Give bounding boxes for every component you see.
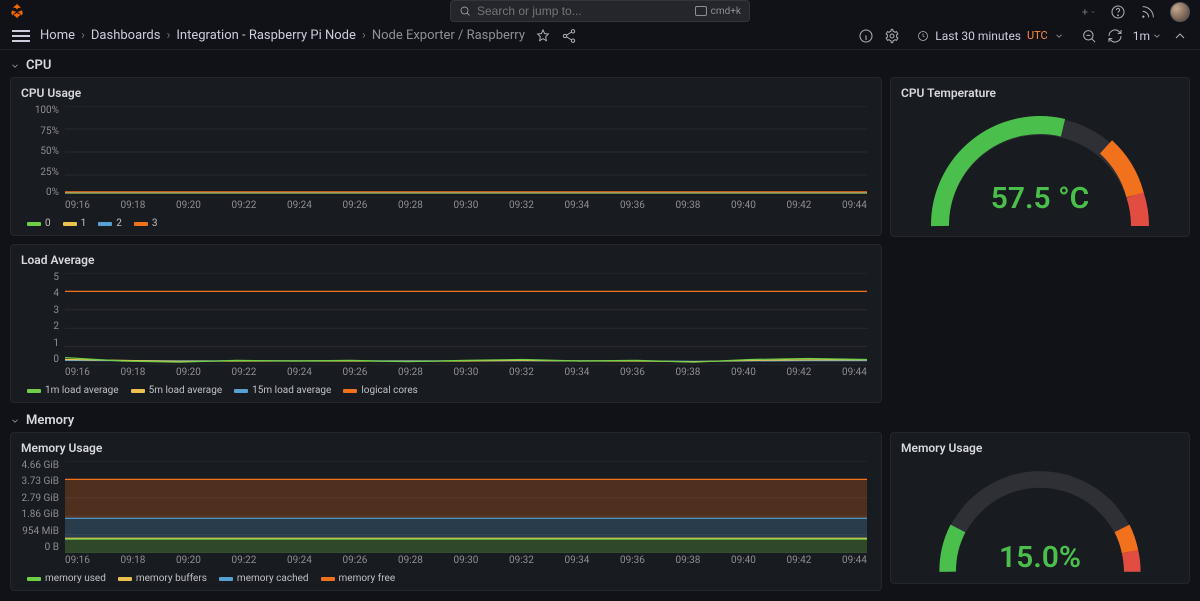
- gauge: 15.0%: [901, 461, 1179, 581]
- search-input[interactable]: [477, 4, 689, 18]
- section-memory-header[interactable]: Memory: [10, 409, 1190, 432]
- x-axis: 09:1609:1809:2009:2209:2409:2609:2809:30…: [65, 367, 867, 381]
- legend-item[interactable]: 0: [27, 218, 51, 229]
- legend: 0 1 2 3: [21, 218, 871, 229]
- refresh-button[interactable]: [1107, 28, 1123, 44]
- legend: memory used memory buffers memory cached…: [21, 573, 871, 584]
- dock-menu-button[interactable]: [12, 27, 30, 45]
- panel-title: Load Average: [21, 253, 871, 267]
- panel-cpu-usage[interactable]: CPU Usage 100% 75% 50% 25% 0%: [10, 77, 882, 236]
- panel-load-average[interactable]: Load Average 5 4 3 2 1 0: [10, 244, 882, 403]
- legend-item[interactable]: 1: [63, 218, 87, 229]
- favorite-button[interactable]: [535, 28, 551, 44]
- legend-item[interactable]: memory cached: [219, 573, 309, 584]
- top-bar: cmd+k: [0, 0, 1200, 22]
- share-icon: [561, 28, 577, 44]
- add-menu[interactable]: [1080, 4, 1096, 20]
- legend-item[interactable]: memory used: [27, 573, 106, 584]
- chevron-up-icon: [1172, 28, 1188, 44]
- help-icon: [1110, 4, 1126, 20]
- panel-title: Memory Usage: [901, 441, 1179, 455]
- refresh-interval-picker[interactable]: 1m: [1133, 29, 1162, 43]
- breadcrumb-folder[interactable]: Integration - Raspberry Pi Node: [176, 28, 356, 43]
- legend-item[interactable]: 2: [98, 218, 122, 229]
- gear-icon: [884, 28, 900, 44]
- search-box[interactable]: cmd+k: [450, 0, 750, 22]
- section-cpu-label: CPU: [26, 58, 51, 73]
- gauge-value: 15.0%: [901, 540, 1179, 575]
- chevron-down-icon: [10, 61, 20, 71]
- share-button[interactable]: [561, 28, 577, 44]
- clock-icon: [917, 30, 929, 42]
- time-range-label: Last 30 minutes: [935, 29, 1021, 43]
- chart-plot: [65, 273, 867, 365]
- panel-title: CPU Usage: [21, 86, 871, 100]
- toolbar: Home › Dashboards › Integration - Raspbe…: [0, 22, 1200, 50]
- star-icon: [535, 28, 551, 44]
- refresh-icon: [1107, 28, 1123, 44]
- chevron-down-icon: [1152, 31, 1162, 41]
- top-right-icons: [1080, 2, 1190, 22]
- dashboard-body: CPU CPU Usage 100% 75% 50% 25% 0%: [0, 50, 1200, 601]
- y-axis: 100% 75% 50% 25% 0%: [21, 106, 65, 198]
- y-axis: 5 4 3 2 1 0: [21, 273, 65, 365]
- search-shortcut: cmd+k: [695, 6, 741, 17]
- chevron-down-icon: [10, 416, 20, 426]
- section-memory-label: Memory: [26, 413, 74, 428]
- y-axis: 4.66 GiB 3.73 GiB 2.79 GiB 1.86 GiB 954 …: [21, 461, 65, 553]
- gauge-value: 57.5 °C: [901, 181, 1179, 216]
- legend-item[interactable]: logical cores: [343, 385, 417, 396]
- breadcrumbs: Home › Dashboards › Integration - Raspbe…: [40, 28, 525, 43]
- x-axis: 09:1609:1809:2009:2209:2409:2609:2809:30…: [65, 200, 867, 214]
- panel-title: Memory Usage: [21, 441, 871, 455]
- breadcrumb-dashboards[interactable]: Dashboards: [91, 28, 161, 43]
- toolbar-right: Last 30 minutes UTC 1m: [858, 26, 1188, 46]
- panel-memory-usage[interactable]: Memory Usage 4.66 GiB 3.73 GiB 2.79 GiB …: [10, 432, 882, 591]
- section-cpu-header[interactable]: CPU: [10, 54, 1190, 77]
- help-button[interactable]: [1110, 4, 1126, 20]
- panel-memory-usage-gauge[interactable]: Memory Usage 15.0%: [890, 432, 1190, 584]
- zoom-out-icon: [1081, 28, 1097, 44]
- user-avatar[interactable]: [1170, 2, 1190, 22]
- chart-plot: [65, 461, 867, 553]
- x-axis: 09:1609:1809:2009:2209:2409:2609:2809:30…: [65, 555, 867, 569]
- gauge: 57.5 °C: [901, 106, 1179, 236]
- news-button[interactable]: [1140, 4, 1156, 20]
- search-icon: [459, 5, 471, 17]
- info-icon: [858, 28, 874, 44]
- rss-icon: [1140, 4, 1156, 20]
- panel-cpu-temperature[interactable]: CPU Temperature 57.5 °C: [890, 77, 1190, 237]
- grafana-logo[interactable]: [8, 2, 26, 23]
- dashboard-insights-button[interactable]: [858, 28, 874, 44]
- dashboard-settings-button[interactable]: [884, 28, 900, 44]
- legend-item[interactable]: memory buffers: [118, 573, 207, 584]
- legend-item[interactable]: 15m load average: [234, 385, 331, 396]
- chevron-down-icon: [1090, 7, 1096, 17]
- legend-item[interactable]: 1m load average: [27, 385, 119, 396]
- breadcrumb-home[interactable]: Home: [40, 28, 75, 43]
- time-range-picker[interactable]: Last 30 minutes UTC: [910, 26, 1070, 46]
- breadcrumb-current: Node Exporter / Raspberry: [372, 28, 525, 43]
- time-zone: UTC: [1027, 29, 1048, 42]
- chart-plot: [65, 106, 867, 198]
- legend-item[interactable]: 5m load average: [131, 385, 223, 396]
- keyboard-icon: [695, 6, 707, 16]
- plus-icon: [1080, 4, 1090, 20]
- panel-title: CPU Temperature: [901, 86, 1179, 100]
- legend-item[interactable]: 3: [134, 218, 158, 229]
- legend-item[interactable]: memory free: [321, 573, 396, 584]
- chevron-down-icon: [1054, 31, 1064, 41]
- legend: 1m load average 5m load average 15m load…: [21, 385, 871, 396]
- zoom-out-button[interactable]: [1081, 28, 1097, 44]
- refresh-interval-label: 1m: [1133, 29, 1150, 43]
- cycle-view-button[interactable]: [1172, 28, 1188, 44]
